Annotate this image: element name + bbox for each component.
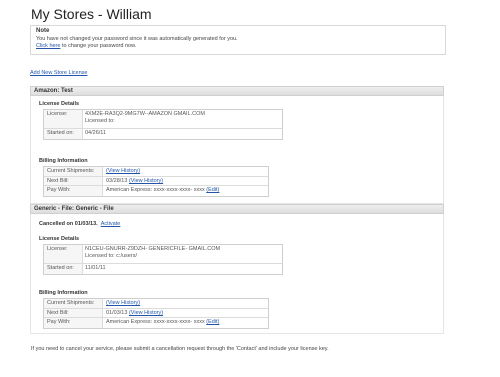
billing-information-label: Billing Information: [39, 158, 88, 164]
next-bill-view-history-link[interactable]: (View History): [129, 178, 163, 184]
licensed-to: Licensed to:: [85, 118, 115, 124]
billing-information-label: Billing Information: [39, 290, 88, 296]
started-label: Started on:: [47, 265, 74, 271]
edit-payment-link[interactable]: (Edit): [206, 187, 219, 193]
license-value: 4XM2E-RA3Q2-9MG7W--AMAZON GMAIL.COM: [85, 111, 205, 117]
store-panel-generic-file: Generic - File: Generic - File Cancelled…: [30, 204, 444, 334]
current-shipments-label: Current Shipments:: [47, 168, 95, 174]
activate-link[interactable]: Activate: [101, 221, 121, 227]
store-panel-amazon: Amazon: Test License Details License: 4X…: [30, 86, 444, 204]
shipments-view-history-link[interactable]: (View History): [106, 168, 141, 174]
next-bill-value: 03/28/13 (View History): [106, 178, 164, 184]
next-bill-date: 01/03/13: [106, 310, 128, 316]
license-label: License:: [47, 246, 68, 252]
next-bill-date: 03/28/13: [106, 178, 128, 184]
license-details-box: License: 4XM2E-RA3Q2-9MG7W--AMAZON GMAIL…: [43, 109, 283, 140]
next-bill-label: Next Bill:: [47, 310, 69, 316]
license-details-label: License Details: [39, 236, 80, 242]
pay-with-value: American Express: xxxx-xxxx-xxxx- xxxx (…: [106, 187, 220, 193]
current-shipments-label: Current Shipments:: [47, 300, 95, 306]
license-label: License:: [47, 111, 68, 117]
started-value: 04/26/11: [85, 130, 107, 136]
license-value: N1CEU-GNURR-Z9DZH- GENERICFILE- GMAIL.CO…: [85, 246, 221, 252]
cancellation-instructions: If you need to cancel your service, plea…: [31, 346, 329, 352]
pay-with-label: Pay With:: [47, 319, 71, 325]
billing-info-box: Current Shipments: (View History) Next B…: [43, 166, 269, 197]
add-new-store-license-link[interactable]: Add New Store License: [30, 70, 87, 76]
started-value: 11/01/11: [85, 265, 106, 271]
card-number: American Express: xxxx-xxxx-xxxx- xxxx: [106, 187, 205, 193]
next-bill-view-history-link[interactable]: (View History): [129, 310, 163, 316]
note-message: You have not changed your password since…: [36, 36, 238, 42]
password-note: Note You have not changed your password …: [30, 25, 446, 55]
licensed-to: Licensed to: c:/users/: [85, 253, 137, 259]
license-details-label: License Details: [39, 101, 80, 107]
store-header: Generic - File: Generic - File: [30, 204, 444, 214]
next-bill-value: 01/03/13 (View History): [106, 310, 164, 316]
started-label: Started on:: [47, 130, 74, 136]
license-details-box: License: N1CEU-GNURR-Z9DZH- GENERICFILE-…: [43, 244, 283, 275]
pay-with-label: Pay With:: [47, 187, 71, 193]
change-password-link[interactable]: Click here: [36, 43, 60, 49]
store-header: Amazon: Test: [30, 86, 444, 96]
note-change-password-line: Click here to change your password now.: [36, 43, 136, 49]
note-change-password-text: to change your password now.: [60, 43, 137, 49]
card-number: American Express: xxxx-xxxx-xxxx- xxxx: [106, 319, 205, 325]
shipments-view-history-link[interactable]: (View History): [106, 300, 141, 306]
cancellation-status: Cancelled on 01/03/13. Activate: [39, 221, 120, 227]
pay-with-value: American Express: xxxx-xxxx-xxxx- xxxx (…: [106, 319, 220, 325]
billing-info-box: Current Shipments: (View History) Next B…: [43, 298, 269, 329]
cancelled-text: Cancelled on 01/03/13.: [39, 221, 98, 227]
note-title: Note: [36, 28, 50, 34]
next-bill-label: Next Bill:: [47, 178, 69, 184]
edit-payment-link[interactable]: (Edit): [206, 319, 219, 325]
page-title: My Stores - William: [31, 6, 152, 22]
